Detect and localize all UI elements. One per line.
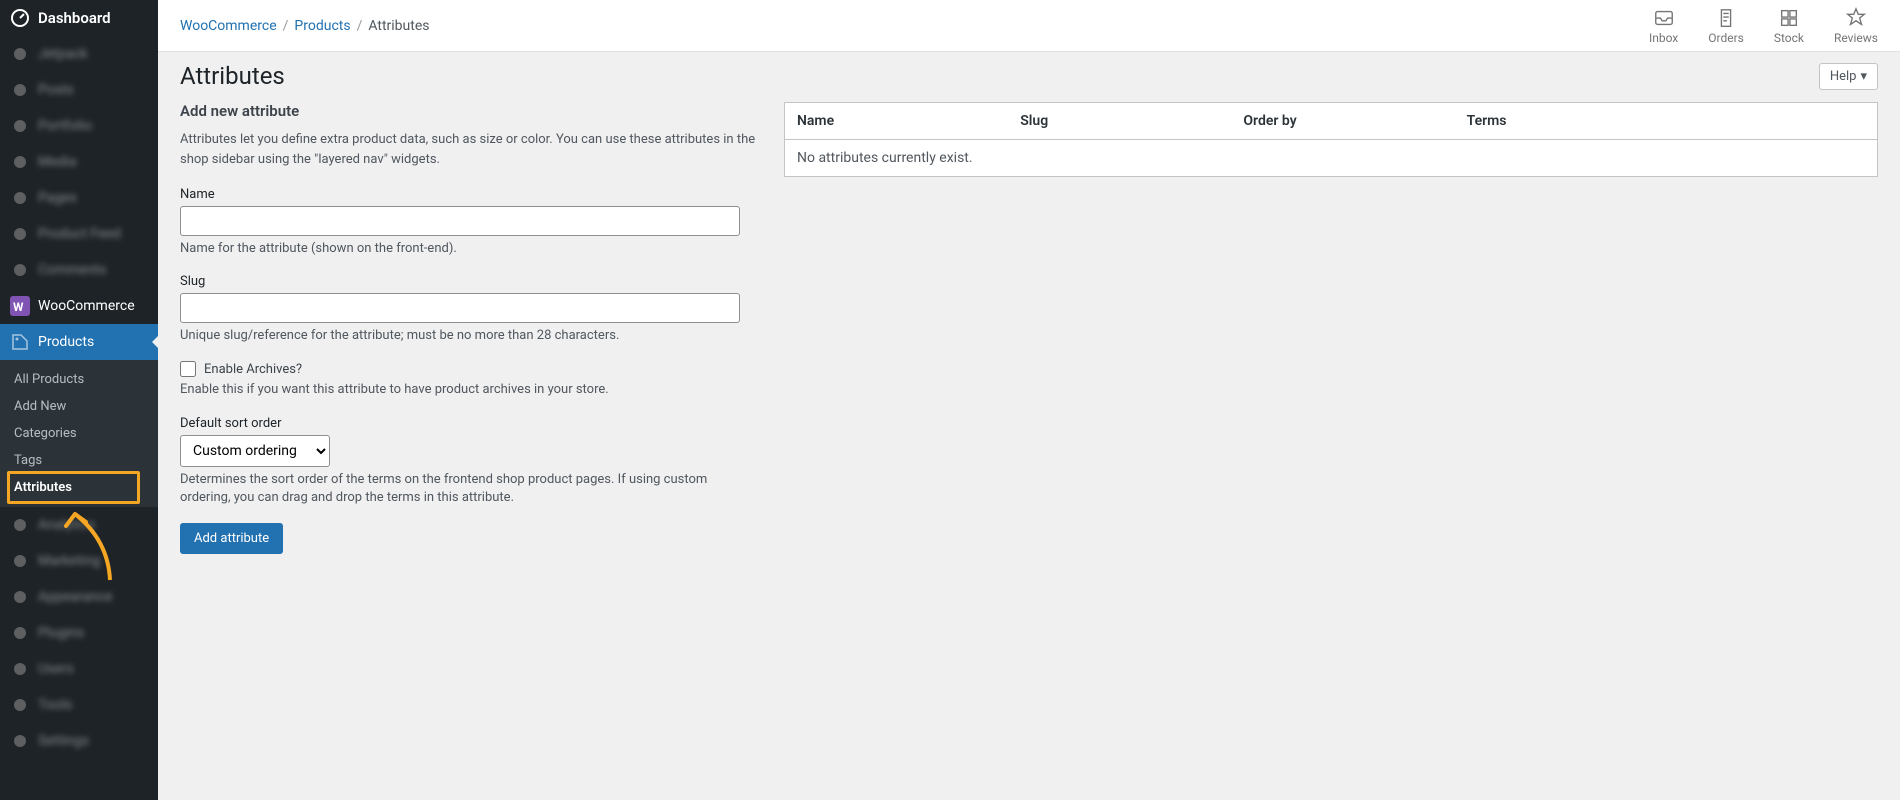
products-submenu: All Products Add New Categories Tags Att… (0, 360, 158, 507)
name-label: Name (180, 187, 760, 202)
breadcrumb-products[interactable]: Products (294, 18, 350, 34)
archives-label: Enable Archives? (204, 362, 302, 377)
sidebar-item-blurred[interactable]: Analytics (0, 507, 158, 543)
sidebar-item-blurred[interactable]: Users (0, 651, 158, 687)
sidebar-item-blurred[interactable]: Comments (0, 252, 158, 288)
menu-icon (10, 623, 30, 643)
add-attribute-form: Add new attribute Attributes let you def… (180, 102, 760, 554)
sort-select[interactable]: Custom ordering (180, 435, 330, 467)
menu-icon (10, 260, 30, 280)
sidebar-label: Products (38, 334, 94, 350)
archives-help: Enable this if you want this attribute t… (180, 381, 760, 399)
sidebar-item-blurred[interactable]: Settings (0, 723, 158, 759)
sidebar-label: WooCommerce (38, 298, 135, 314)
sidebar-item-blurred[interactable]: Posts (0, 72, 158, 108)
dashboard-icon (10, 8, 30, 28)
table-empty-row: No attributes currently exist. (785, 140, 1877, 176)
slug-help: Unique slug/reference for the attribute;… (180, 327, 760, 345)
top-action-orders[interactable]: Orders (1708, 7, 1744, 45)
form-description: Attributes let you define extra product … (180, 130, 760, 169)
menu-icon (10, 695, 30, 715)
top-action-inbox[interactable]: Inbox (1649, 7, 1678, 45)
menu-icon (10, 659, 30, 679)
breadcrumb-woocommerce[interactable]: WooCommerce (180, 18, 277, 34)
slug-label: Slug (180, 274, 760, 289)
th-name: Name (785, 103, 1008, 139)
menu-icon (10, 116, 30, 136)
table-header-row: Name Slug Order by Terms (785, 103, 1877, 140)
sidebar-item-blurred[interactable]: Plugins (0, 615, 158, 651)
sidebar-item-blurred[interactable]: Appearance (0, 579, 158, 615)
sort-help: Determines the sort order of the terms o… (180, 471, 760, 507)
top-actions: Inbox Orders Stock Reviews (1649, 7, 1878, 45)
sidebar-item-products[interactable]: Products (0, 324, 158, 360)
topbar: WooCommerce / Products / Attributes Inbo… (158, 0, 1900, 52)
chevron-down-icon: ▾ (1860, 69, 1867, 84)
empty-message: No attributes currently exist. (785, 140, 1877, 176)
menu-icon (10, 731, 30, 751)
breadcrumb-separator: / (283, 18, 289, 34)
main-area: WooCommerce / Products / Attributes Inbo… (158, 0, 1900, 800)
breadcrumb: WooCommerce / Products / Attributes (180, 18, 430, 34)
products-icon (10, 332, 30, 352)
th-orderby: Order by (1231, 103, 1454, 139)
attributes-table-wrap: Name Slug Order by Terms No attributes c… (784, 102, 1878, 177)
admin-sidebar: Dashboard JetpackPostsPortfolioMediaPage… (0, 0, 158, 800)
sidebar-item-blurred[interactable]: Media (0, 144, 158, 180)
menu-icon (10, 587, 30, 607)
sidebar-item-blurred[interactable]: Product Feed (0, 216, 158, 252)
sidebar-item-blurred[interactable]: Jetpack (0, 36, 158, 72)
top-action-stock[interactable]: Stock (1774, 7, 1804, 45)
top-action-reviews[interactable]: Reviews (1834, 7, 1878, 45)
attributes-table: Name Slug Order by Terms No attributes c… (784, 102, 1878, 177)
submenu-all-products[interactable]: All Products (0, 366, 158, 393)
menu-icon (10, 224, 30, 244)
sidebar-item-blurred[interactable]: Pages (0, 180, 158, 216)
svg-text:W: W (13, 300, 24, 314)
slug-input[interactable] (180, 293, 740, 323)
sidebar-item-blurred[interactable]: Portfolio (0, 108, 158, 144)
th-slug: Slug (1008, 103, 1231, 139)
menu-icon (10, 551, 30, 571)
submenu-categories[interactable]: Categories (0, 420, 158, 447)
sidebar-label: Dashboard (38, 9, 111, 27)
help-button[interactable]: Help ▾ (1819, 63, 1878, 90)
woocommerce-icon: W (10, 296, 30, 316)
submenu-tags[interactable]: Tags (0, 447, 158, 474)
menu-icon (10, 80, 30, 100)
sidebar-item-dashboard[interactable]: Dashboard (0, 0, 158, 36)
name-help: Name for the attribute (shown on the fro… (180, 240, 760, 258)
submenu-attributes[interactable]: Attributes (0, 474, 158, 501)
breadcrumb-separator: / (357, 18, 363, 34)
highlight-box (7, 471, 140, 504)
form-title: Add new attribute (180, 102, 760, 120)
page-title: Attributes (180, 62, 285, 90)
th-terms: Terms (1455, 103, 1877, 139)
content: Attributes Help ▾ Add new attribute Attr… (158, 52, 1900, 800)
menu-icon (10, 515, 30, 535)
sort-label: Default sort order (180, 416, 760, 431)
archives-checkbox[interactable] (180, 361, 196, 377)
menu-icon (10, 44, 30, 64)
sidebar-item-blurred[interactable]: Marketing (0, 543, 158, 579)
add-attribute-button[interactable]: Add attribute (180, 523, 283, 554)
sidebar-item-woocommerce[interactable]: W WooCommerce (0, 288, 158, 324)
breadcrumb-current: Attributes (368, 18, 429, 34)
menu-icon (10, 188, 30, 208)
submenu-add-new[interactable]: Add New (0, 393, 158, 420)
menu-icon (10, 152, 30, 172)
sidebar-item-blurred[interactable]: Tools (0, 687, 158, 723)
name-input[interactable] (180, 206, 740, 236)
